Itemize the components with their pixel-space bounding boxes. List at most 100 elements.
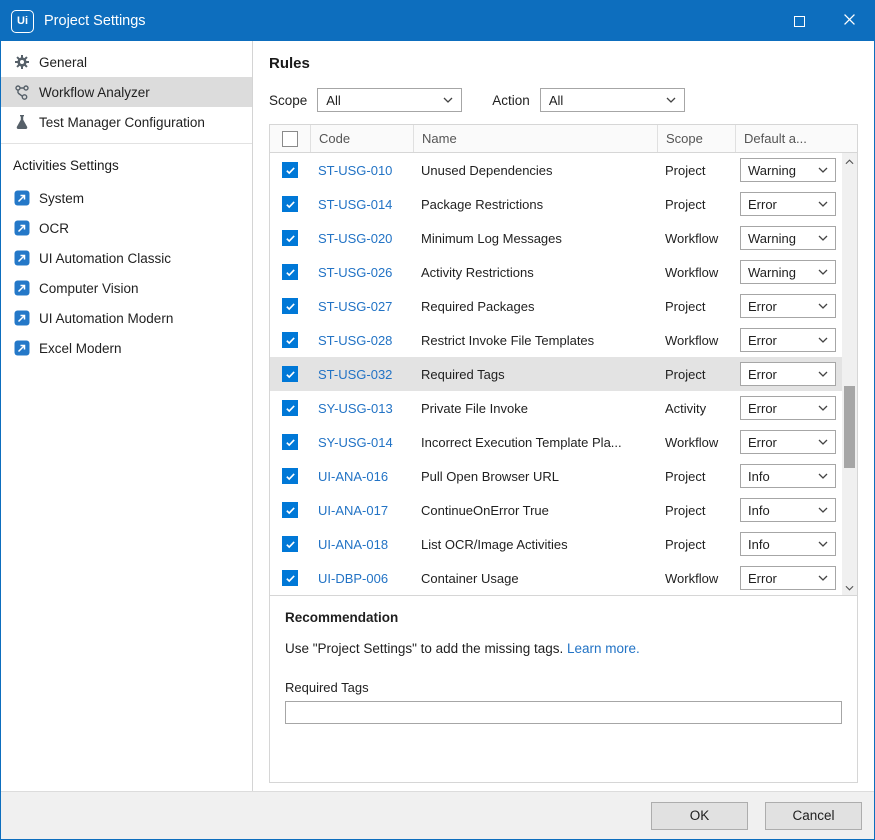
rule-action-dropdown[interactable]: Info: [740, 532, 836, 556]
sidebar-item-excel-modern[interactable]: Excel Modern: [1, 333, 252, 363]
activity-icon: [13, 250, 30, 267]
table-scrollbar[interactable]: [842, 153, 857, 595]
sidebar-activities: SystemOCRUI Automation Classic Computer V…: [1, 183, 252, 363]
rule-action-dropdown[interactable]: Warning: [740, 226, 836, 250]
table-body-wrap: ST-USG-010Unused DependenciesProjectWarn…: [270, 153, 857, 595]
maximize-button[interactable]: [774, 1, 824, 41]
sidebar-item-system[interactable]: System: [1, 183, 252, 213]
rule-action-dropdown[interactable]: Error: [740, 192, 836, 216]
rule-code-link[interactable]: ST-USG-032: [318, 367, 392, 382]
rule-action-dropdown[interactable]: Error: [740, 328, 836, 352]
table-row[interactable]: ST-USG-028Restrict Invoke File Templates…: [270, 323, 842, 357]
sidebar-item-ui-automation-classic[interactable]: UI Automation Classic: [1, 243, 252, 273]
rule-action-dropdown[interactable]: Error: [740, 566, 836, 590]
rule-action-dropdown[interactable]: Error: [740, 362, 836, 386]
table-row[interactable]: UI-ANA-016Pull Open Browser URLProjectIn…: [270, 459, 842, 493]
rule-code-link[interactable]: UI-ANA-017: [318, 503, 388, 518]
table-row[interactable]: ST-USG-032Required TagsProjectError: [270, 357, 842, 391]
required-tags-label: Required Tags: [285, 680, 842, 695]
rule-code-link[interactable]: UI-ANA-018: [318, 537, 388, 552]
rule-checkbox[interactable]: [282, 570, 298, 586]
rule-action-dropdown[interactable]: Error: [740, 430, 836, 454]
rule-checkbox[interactable]: [282, 230, 298, 246]
rule-name: Private File Invoke: [413, 401, 657, 416]
select-all-checkbox[interactable]: [282, 131, 298, 147]
ok-button[interactable]: OK: [651, 802, 748, 830]
rule-name: Container Usage: [413, 571, 657, 586]
rule-code-link[interactable]: ST-USG-020: [318, 231, 392, 246]
table-row[interactable]: UI-ANA-017ContinueOnError TrueProjectInf…: [270, 493, 842, 527]
rule-checkbox[interactable]: [282, 536, 298, 552]
rule-scope: Workflow: [657, 333, 735, 348]
column-header-name[interactable]: Name: [413, 125, 657, 152]
select-all-cell: [270, 125, 310, 152]
column-header-code[interactable]: Code: [310, 125, 413, 152]
table-row[interactable]: UI-DBP-006Container UsageWorkflowError: [270, 561, 842, 595]
rule-checkbox[interactable]: [282, 434, 298, 450]
rule-action-dropdown[interactable]: Error: [740, 396, 836, 420]
rule-action-dropdown[interactable]: Info: [740, 464, 836, 488]
rule-code-link[interactable]: ST-USG-014: [318, 197, 392, 212]
rule-code-link[interactable]: SY-USG-013: [318, 401, 393, 416]
rule-checkbox[interactable]: [282, 400, 298, 416]
sidebar-item-computer-vision[interactable]: Computer Vision: [1, 273, 252, 303]
scrollbar-thumb[interactable]: [844, 386, 855, 468]
chevron-down-icon: [818, 473, 828, 479]
table-row[interactable]: UI-ANA-018List OCR/Image ActivitiesProje…: [270, 527, 842, 561]
chevron-down-icon: [818, 167, 828, 173]
rule-checkbox[interactable]: [282, 196, 298, 212]
sidebar-item-ocr[interactable]: OCR: [1, 213, 252, 243]
rule-code-link[interactable]: UI-ANA-016: [318, 469, 388, 484]
scrollbar-track[interactable]: [842, 169, 857, 579]
rule-code-link[interactable]: UI-DBP-006: [318, 571, 388, 586]
close-button[interactable]: [824, 1, 874, 41]
sidebar-item-general[interactable]: General: [1, 47, 252, 77]
rule-checkbox[interactable]: [282, 502, 298, 518]
rule-code-link[interactable]: ST-USG-026: [318, 265, 392, 280]
table-row[interactable]: ST-USG-010Unused DependenciesProjectWarn…: [270, 153, 842, 187]
sidebar-item-test-manager-configuration[interactable]: Test Manager Configuration: [1, 107, 252, 137]
action-dropdown[interactable]: All: [540, 88, 685, 112]
rule-action-dropdown[interactable]: Warning: [740, 260, 836, 284]
table-row[interactable]: ST-USG-026Activity RestrictionsWorkflowW…: [270, 255, 842, 289]
sidebar-item-workflow-analyzer[interactable]: Workflow Analyzer: [1, 77, 252, 107]
cancel-button[interactable]: Cancel: [765, 802, 862, 830]
scroll-down-button[interactable]: [842, 579, 857, 595]
rule-action-dropdown[interactable]: Error: [740, 294, 836, 318]
rule-action-dropdown[interactable]: Warning: [740, 158, 836, 182]
project-settings-window: Ui Project Settings GeneralWorkflow Anal…: [0, 0, 875, 840]
rule-checkbox[interactable]: [282, 162, 298, 178]
column-header-scope[interactable]: Scope: [657, 125, 735, 152]
scroll-up-button[interactable]: [842, 153, 857, 169]
rule-checkbox[interactable]: [282, 468, 298, 484]
table-row[interactable]: SY-USG-014Incorrect Execution Template P…: [270, 425, 842, 459]
table-row[interactable]: ST-USG-027Required PackagesProjectError: [270, 289, 842, 323]
table-row[interactable]: ST-USG-014Package RestrictionsProjectErr…: [270, 187, 842, 221]
sidebar-item-label: Computer Vision: [39, 281, 139, 296]
rule-action-value: Info: [748, 469, 770, 484]
table-row[interactable]: SY-USG-013 Private File InvokeActivity Err…: [270, 391, 842, 425]
rule-checkbox[interactable]: [282, 298, 298, 314]
chevron-down-icon: [818, 405, 828, 411]
scope-dropdown[interactable]: All: [317, 88, 462, 112]
rule-checkbox[interactable]: [282, 264, 298, 280]
rule-scope: Activity: [657, 401, 735, 416]
rule-code-link[interactable]: ST-USG-027: [318, 299, 392, 314]
required-tags-input[interactable]: [285, 701, 842, 724]
rule-code-link[interactable]: ST-USG-028: [318, 333, 392, 348]
column-header-default-action[interactable]: Default a...: [735, 125, 857, 152]
rule-action-value: Error: [748, 401, 777, 416]
rule-code-link[interactable]: SY-USG-014: [318, 435, 393, 450]
sidebar-item-ui-automation-modern[interactable]: UI Automation Modern: [1, 303, 252, 333]
rule-code-link[interactable]: ST-USG-010: [318, 163, 392, 178]
chevron-down-icon: [818, 439, 828, 445]
chevron-down-icon: [818, 303, 828, 309]
table-row[interactable]: ST-USG-020Minimum Log MessagesWorkflowWa…: [270, 221, 842, 255]
learn-more-link[interactable]: Learn more.: [567, 641, 640, 656]
rule-name: Pull Open Browser URL: [413, 469, 657, 484]
activity-icon: [13, 280, 30, 297]
rule-action-dropdown[interactable]: Info: [740, 498, 836, 522]
rule-checkbox[interactable]: [282, 332, 298, 348]
activity-icon: [13, 310, 30, 327]
rule-checkbox[interactable]: [282, 366, 298, 382]
